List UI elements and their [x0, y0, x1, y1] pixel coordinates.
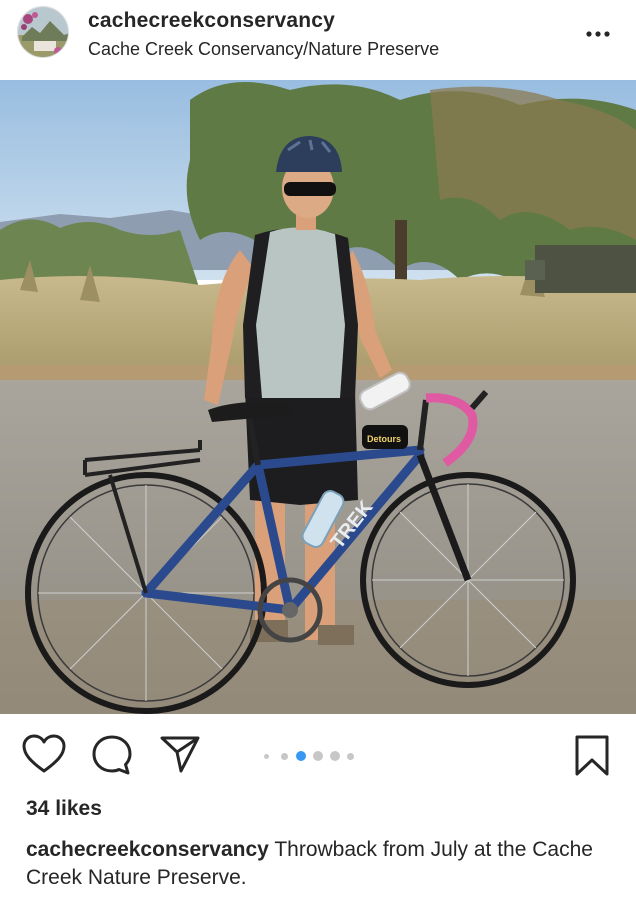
bag-brand-text: Detours	[367, 434, 401, 444]
likes-count[interactable]: 34 likes	[26, 797, 102, 821]
carousel-dot	[330, 751, 340, 761]
cyclist-with-bike-photo: TREK Detours	[0, 80, 636, 714]
comment-icon[interactable]	[91, 734, 133, 781]
more-options-icon[interactable]	[583, 24, 617, 44]
avatar-image	[18, 7, 68, 57]
post-username[interactable]: cachecreekconservancy	[88, 9, 335, 33]
bookmark-icon[interactable]	[574, 734, 610, 783]
post-header: cachecreekconservancy Cache Creek Conser…	[0, 0, 636, 80]
carousel-dot-active	[296, 751, 306, 761]
profile-avatar[interactable]	[17, 6, 69, 58]
heart-icon[interactable]	[22, 734, 66, 779]
carousel-dot	[313, 751, 323, 761]
post-location[interactable]: Cache Creek Conservancy/Nature Preserve	[88, 39, 439, 60]
caption-username[interactable]: cachecreekconservancy	[26, 838, 269, 861]
post-photo[interactable]: TREK Detours	[0, 80, 636, 714]
carousel-dot	[347, 753, 354, 760]
carousel-dot	[264, 754, 269, 759]
send-icon[interactable]	[159, 734, 201, 779]
post-caption: cachecreekconservancy Throwback from Jul…	[26, 836, 626, 892]
carousel-dot	[281, 753, 288, 760]
